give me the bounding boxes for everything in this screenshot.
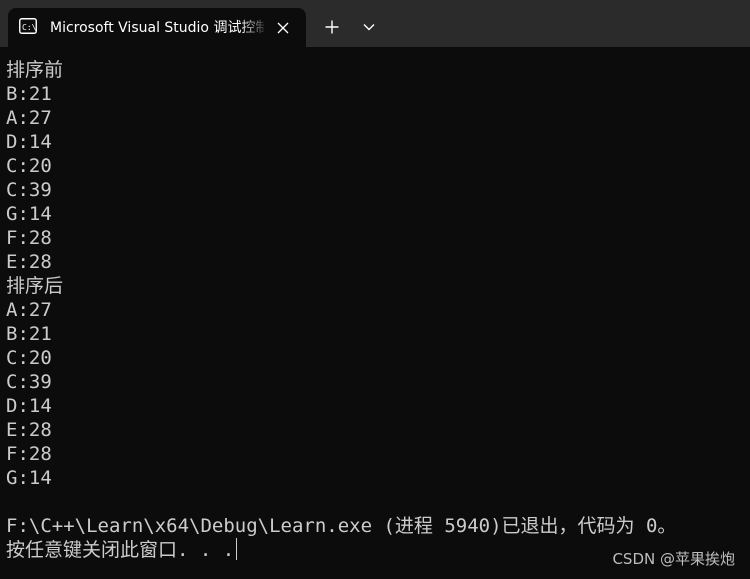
console-output[interactable]: 排序前 B:21 A:27 D:14 C:20 C:39 G:14 F:28 E…	[0, 56, 750, 579]
before-sort-label: 排序前	[6, 59, 64, 81]
output-line: D:14	[6, 395, 52, 417]
exit-message: F:\C++\Learn\x64\Debug\Learn.exe (进程 594…	[6, 515, 677, 537]
output-line: A:27	[6, 299, 52, 321]
output-line: C:39	[6, 179, 52, 201]
csdn-watermark: CSDN @苹果挨炮	[612, 550, 735, 568]
output-line: A:27	[6, 107, 52, 129]
output-line: G:14	[6, 203, 52, 225]
output-line: C:20	[6, 347, 52, 369]
after-sort-label: 排序后	[6, 275, 64, 297]
tab-bar: C:\ Microsoft Visual Studio 调试控制台	[0, 0, 750, 47]
tab-title: Microsoft Visual Studio 调试控制台	[50, 20, 264, 36]
output-line: D:14	[6, 131, 52, 153]
output-line: G:14	[6, 467, 52, 489]
close-prompt-line: 按任意键关闭此窗口. . .	[6, 538, 238, 562]
output-line: E:28	[6, 419, 52, 441]
terminal-window: C:\ Microsoft Visual Studio 调试控制台 排序前 B:…	[0, 0, 750, 579]
close-prompt: 按任意键关闭此窗口. . .	[6, 539, 235, 561]
output-line: C:20	[6, 155, 52, 177]
plus-icon[interactable]	[318, 13, 346, 41]
close-icon[interactable]	[270, 15, 296, 41]
output-line: E:28	[6, 251, 52, 273]
chevron-down-icon[interactable]	[355, 13, 383, 41]
tab-title-fade	[240, 14, 268, 42]
terminal-icon: C:\	[19, 18, 37, 34]
output-line: F:28	[6, 227, 52, 249]
tab-debug-console[interactable]: C:\ Microsoft Visual Studio 调试控制台	[8, 8, 306, 47]
text-cursor	[236, 538, 238, 560]
output-line: B:21	[6, 323, 52, 345]
output-line: B:21	[6, 83, 52, 105]
svg-text:C:\: C:\	[22, 23, 37, 32]
output-line: F:28	[6, 443, 52, 465]
output-line: C:39	[6, 371, 52, 393]
